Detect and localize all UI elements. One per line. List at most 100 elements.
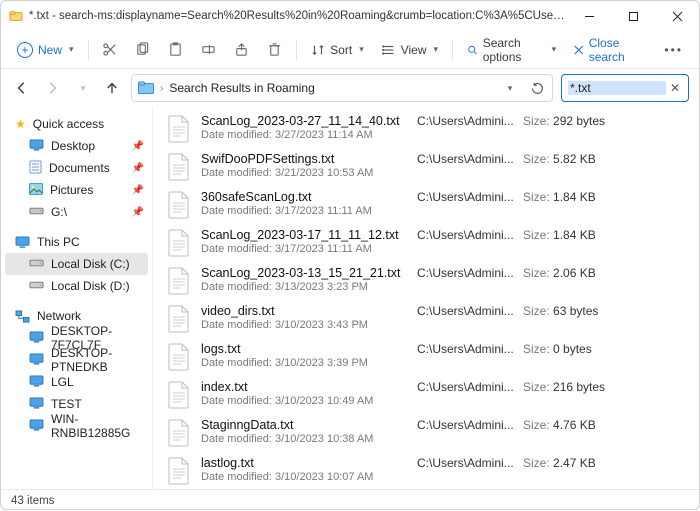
chevron-down-icon: ▾ bbox=[69, 44, 74, 55]
rename-button[interactable] bbox=[193, 36, 224, 64]
delete-button[interactable] bbox=[259, 36, 290, 64]
file-row[interactable]: index.txt Date modified: 3/10/2023 10:49… bbox=[157, 377, 699, 415]
sidebar-item-label: Desktop bbox=[51, 139, 95, 153]
file-path: C:\Users\Admini... bbox=[417, 266, 515, 280]
up-button[interactable] bbox=[101, 77, 123, 99]
file-name: StaginngData.txt bbox=[201, 418, 409, 432]
separator bbox=[88, 40, 89, 60]
forward-button[interactable] bbox=[41, 77, 63, 99]
pic-icon bbox=[29, 183, 43, 198]
nav-row: ▾ › Search Results in Roaming ▾ *.txt ✕ bbox=[1, 69, 699, 107]
more-button[interactable]: ••• bbox=[656, 36, 691, 64]
breadcrumb-segment[interactable]: Search Results in Roaming bbox=[169, 81, 314, 95]
file-row[interactable]: ScanLog_2023-03-13_15_21_21.txt Date mod… bbox=[157, 263, 699, 301]
file-path: C:\Users\Admini... bbox=[417, 380, 515, 394]
address-dropdown-button[interactable]: ▾ bbox=[498, 77, 520, 99]
maximize-button[interactable] bbox=[611, 1, 655, 31]
file-date: Date modified: 3/10/2023 3:39 PM bbox=[201, 357, 409, 369]
drive-icon bbox=[29, 279, 44, 293]
close-search-button[interactable]: Close search bbox=[566, 36, 652, 64]
sidebar-item-label: TEST bbox=[51, 397, 82, 411]
chevron-down-icon: ▾ bbox=[552, 44, 557, 55]
file-row[interactable]: logs.txt Date modified: 3/10/2023 3:39 P… bbox=[157, 339, 699, 377]
chevron-down-icon: ▾ bbox=[81, 83, 86, 94]
file-name: SwifDooPDFSettings.txt bbox=[201, 152, 409, 166]
copy-button[interactable] bbox=[127, 36, 158, 64]
file-size: Size: 2.47 KB bbox=[523, 456, 596, 470]
pc-icon bbox=[29, 419, 44, 434]
sidebar-item-label: Local Disk (C:) bbox=[51, 257, 130, 271]
file-name: lastlog.txt bbox=[201, 456, 409, 470]
pc-icon bbox=[29, 353, 44, 368]
view-button[interactable]: View ▾ bbox=[374, 36, 446, 64]
file-date: Date modified: 3/10/2023 3:43 PM bbox=[201, 319, 409, 331]
search-input[interactable]: *.txt ✕ bbox=[561, 74, 689, 102]
rename-icon bbox=[201, 42, 216, 57]
file-row[interactable]: 360safeScanLog.txt Date modified: 3/17/2… bbox=[157, 187, 699, 225]
file-row[interactable]: lastlog.txt Date modified: 3/10/2023 10:… bbox=[157, 453, 699, 489]
file-size: Size: 1.84 KB bbox=[523, 190, 596, 204]
doc-icon bbox=[29, 160, 42, 177]
file-path: C:\Users\Admini... bbox=[417, 228, 515, 242]
file-row[interactable]: ScanLog_2023-03-27_11_14_40.txt Date mod… bbox=[157, 111, 699, 149]
file-row[interactable]: ScanLog_2023-03-17_11_11_12.txt Date mod… bbox=[157, 225, 699, 263]
sidebar-network-pc[interactable]: WIN-RNBIB12885G bbox=[1, 415, 152, 437]
cut-button[interactable] bbox=[94, 36, 125, 64]
view-icon bbox=[382, 43, 396, 57]
file-list[interactable]: ScanLog_2023-03-27_11_14_40.txt Date mod… bbox=[153, 107, 699, 489]
file-row[interactable]: SwifDooPDFSettings.txt Date modified: 3/… bbox=[157, 149, 699, 187]
refresh-button[interactable] bbox=[526, 77, 548, 99]
chevron-right-icon: › bbox=[160, 83, 163, 94]
star-icon: ★ bbox=[15, 117, 26, 131]
file-row[interactable]: video_dirs.txt Date modified: 3/10/2023 … bbox=[157, 301, 699, 339]
sidebar-drive[interactable]: Local Disk (D:) bbox=[1, 275, 152, 297]
sidebar-this-pc[interactable]: This PC bbox=[1, 231, 152, 253]
file-size: Size: 1.84 KB bbox=[523, 228, 596, 242]
file-date: Date modified: 3/21/2023 10:53 AM bbox=[201, 167, 409, 179]
text-file-icon bbox=[165, 456, 193, 486]
file-size: Size: 0 bytes bbox=[523, 342, 592, 356]
sidebar-item[interactable]: Desktop 📌 bbox=[1, 135, 152, 157]
drive-icon bbox=[29, 205, 44, 219]
address-bar[interactable]: › Search Results in Roaming ▾ bbox=[131, 74, 553, 102]
pc-icon bbox=[29, 397, 44, 412]
sidebar-network-pc[interactable]: LGL bbox=[1, 371, 152, 393]
file-path: C:\Users\Admini... bbox=[417, 342, 515, 356]
file-name: logs.txt bbox=[201, 342, 409, 356]
close-button[interactable] bbox=[655, 1, 699, 31]
sidebar-item[interactable]: Documents 📌 bbox=[1, 157, 152, 179]
sidebar-quick-access[interactable]: ★ Quick access bbox=[1, 113, 152, 135]
recent-button[interactable]: ▾ bbox=[71, 77, 93, 99]
sidebar-drive[interactable]: Local Disk (C:) bbox=[5, 253, 148, 275]
minimize-button[interactable] bbox=[567, 1, 611, 31]
sidebar-network-pc[interactable]: DESKTOP-PTNEDKB bbox=[1, 349, 152, 371]
search-options-button[interactable]: Search options ▾ bbox=[459, 36, 564, 64]
file-name: ScanLog_2023-03-13_15_21_21.txt bbox=[201, 266, 409, 280]
file-path: C:\Users\Admini... bbox=[417, 304, 515, 318]
titlebar: *.txt - search-ms:displayname=Search%20R… bbox=[1, 1, 699, 31]
file-path: C:\Users\Admini... bbox=[417, 114, 515, 128]
chevron-down-icon: ▾ bbox=[508, 83, 513, 94]
network-icon bbox=[15, 310, 30, 323]
new-button[interactable]: + New ▾ bbox=[9, 36, 82, 64]
text-file-icon bbox=[165, 114, 193, 144]
paste-button[interactable] bbox=[160, 36, 191, 64]
sidebar-item[interactable]: Pictures 📌 bbox=[1, 179, 152, 201]
back-button[interactable] bbox=[11, 77, 33, 99]
file-size: Size: 63 bytes bbox=[523, 304, 598, 318]
file-size: Size: 2.06 KB bbox=[523, 266, 596, 280]
share-button[interactable] bbox=[226, 36, 257, 64]
ellipsis-icon: ••• bbox=[664, 43, 683, 57]
file-row[interactable]: StaginngData.txt Date modified: 3/10/202… bbox=[157, 415, 699, 453]
drive-icon bbox=[29, 257, 44, 271]
copy-icon bbox=[135, 42, 150, 57]
search-value: *.txt bbox=[568, 81, 666, 95]
text-file-icon bbox=[165, 228, 193, 258]
sort-button[interactable]: Sort ▾ bbox=[303, 36, 372, 64]
clear-search-button[interactable]: ✕ bbox=[666, 79, 684, 97]
sidebar-item[interactable]: G:\ 📌 bbox=[1, 201, 152, 223]
text-file-icon bbox=[165, 266, 193, 296]
scissors-icon bbox=[102, 42, 117, 57]
trash-icon bbox=[267, 42, 282, 57]
file-date: Date modified: 3/17/2023 11:11 AM bbox=[201, 243, 409, 255]
